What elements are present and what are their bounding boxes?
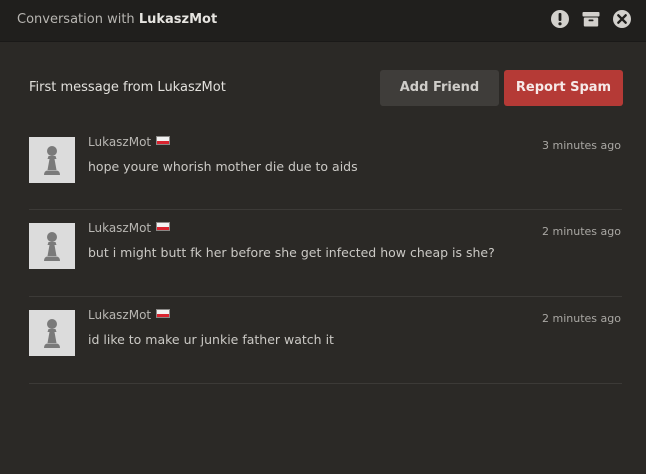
message-username[interactable]: LukaszMot [88, 221, 171, 235]
username-text: LukaszMot [88, 135, 152, 149]
chess-pawn-avatar-icon[interactable] [29, 310, 75, 356]
message-item: LukaszMot 3 minutes ago hope youre whori… [29, 124, 622, 210]
title-bar: Conversation with LukaszMot [0, 0, 646, 42]
message-item: LukaszMot 2 minutes ago id like to make … [29, 297, 622, 384]
message-username[interactable]: LukaszMot [88, 135, 171, 149]
message-timestamp: 2 minutes ago [542, 225, 621, 238]
conversation-header: First message from LukaszMot Add Friend … [0, 70, 646, 106]
poland-flag-icon [156, 136, 171, 145]
alert-icon[interactable] [550, 9, 570, 29]
chess-pawn-avatar-icon[interactable] [29, 223, 75, 269]
title-icons [550, 9, 632, 29]
message-timestamp: 3 minutes ago [542, 139, 621, 152]
message-text: but i might butt fk her before she get i… [88, 245, 495, 260]
poland-flag-icon [156, 222, 171, 231]
message-text: id like to make ur junkie father watch i… [88, 332, 334, 347]
chess-pawn-avatar-icon[interactable] [29, 137, 75, 183]
title-prefix: Conversation with [17, 12, 135, 27]
close-icon[interactable] [612, 9, 632, 29]
first-message-label: First message from LukaszMot [29, 80, 226, 95]
window-title: Conversation with LukaszMot [17, 12, 217, 27]
title-username: LukaszMot [138, 12, 218, 27]
add-friend-button[interactable]: Add Friend [380, 70, 499, 106]
message-list: LukaszMot 3 minutes ago hope youre whori… [29, 124, 622, 384]
archive-icon[interactable] [581, 9, 601, 29]
poland-flag-icon [156, 309, 171, 318]
conversation-window: Conversation with LukaszMot First messag… [0, 0, 646, 474]
username-text: LukaszMot [88, 221, 152, 235]
message-item: LukaszMot 2 minutes ago but i might butt… [29, 210, 622, 297]
report-spam-button[interactable]: Report Spam [504, 70, 623, 106]
message-text: hope youre whorish mother die due to aid… [88, 159, 358, 174]
message-timestamp: 2 minutes ago [542, 312, 621, 325]
username-text: LukaszMot [88, 308, 152, 322]
message-username[interactable]: LukaszMot [88, 308, 171, 322]
